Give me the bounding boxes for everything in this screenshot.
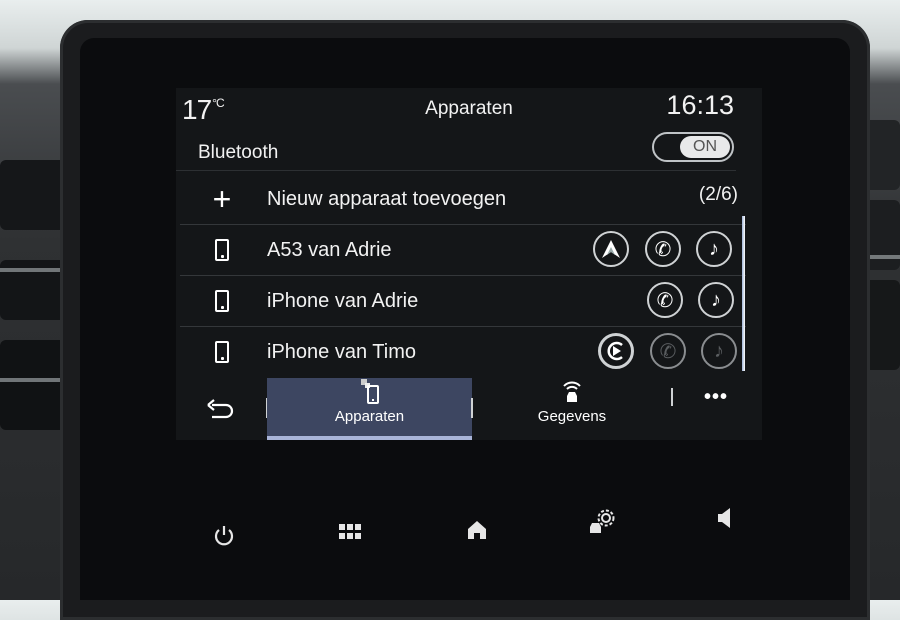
- devices-icon: [267, 378, 472, 404]
- back-arrow-icon: [207, 399, 234, 419]
- back-button[interactable]: [204, 396, 238, 426]
- tab-apparaten[interactable]: Apparaten: [267, 378, 472, 440]
- android-auto-icon[interactable]: [593, 231, 629, 267]
- phone-call-icon[interactable]: ✆: [647, 282, 683, 318]
- device-name: A53 van Adrie: [267, 239, 392, 261]
- device-name: iPhone van Adrie: [267, 290, 419, 312]
- device-list: + Nieuw apparaat toevoegen (2/6) A53 van…: [180, 174, 746, 378]
- music-note-icon[interactable]: ♪: [701, 333, 737, 369]
- toggle-knob: ON: [680, 136, 730, 158]
- list-scrollbar[interactable]: [742, 216, 745, 371]
- volume-icon: [718, 508, 730, 528]
- phone-icon: [210, 339, 234, 365]
- apps-grid-icon: [339, 524, 361, 539]
- device-item[interactable]: iPhone van Timo ✆ ♪: [180, 327, 746, 378]
- device-item[interactable]: A53 van Adrie ✆ ♪: [180, 225, 746, 276]
- tab-label: Gegevens: [537, 408, 607, 425]
- tab-bar: Apparaten Gegevens •••: [176, 376, 762, 440]
- phone-call-icon[interactable]: ✆: [645, 231, 681, 267]
- tab-divider: [671, 388, 673, 406]
- power-button[interactable]: [204, 516, 244, 556]
- tab-gegevens[interactable]: Gegevens: [472, 378, 672, 436]
- bluetooth-row: Bluetooth ON: [176, 130, 736, 171]
- system-bar: [180, 508, 760, 558]
- left-chrome-trim-lower: [0, 378, 60, 382]
- device-name: iPhone van Timo: [267, 341, 416, 363]
- bluetooth-toggle[interactable]: ON: [652, 132, 734, 162]
- add-device-label: Nieuw apparaat toevoegen: [267, 188, 507, 210]
- carplay-icon[interactable]: [598, 333, 634, 369]
- phone-icon: [210, 288, 234, 314]
- left-chrome-trim: [0, 268, 60, 272]
- device-count: (2/6): [698, 184, 738, 205]
- car-settings-icon: [590, 509, 615, 533]
- home-icon: [468, 521, 486, 539]
- more-options-button[interactable]: •••: [704, 386, 728, 409]
- volume-button[interactable]: [704, 498, 744, 538]
- infotainment-screen: 17°C Apparaten 16:13 Bluetooth ON + Nieu…: [176, 88, 762, 440]
- power-icon: [214, 526, 234, 546]
- plus-icon: +: [212, 181, 232, 217]
- music-note-icon[interactable]: ♪: [696, 231, 732, 267]
- phone-call-icon[interactable]: ✆: [650, 333, 686, 369]
- car-settings-button[interactable]: [582, 502, 622, 542]
- clock: 16:13: [666, 90, 734, 120]
- apps-button[interactable]: [330, 512, 370, 552]
- add-device-item[interactable]: + Nieuw apparaat toevoegen (2/6): [180, 174, 746, 225]
- music-note-icon[interactable]: ♪: [698, 282, 734, 318]
- home-button[interactable]: [457, 510, 497, 550]
- status-bar: 17°C Apparaten 16:13: [176, 88, 762, 128]
- bluetooth-label: Bluetooth: [198, 142, 279, 163]
- phone-icon: [210, 237, 234, 263]
- connected-car-icon: [472, 378, 672, 404]
- device-item[interactable]: iPhone van Adrie ✆ ♪: [180, 276, 746, 327]
- tab-label: Apparaten: [334, 408, 405, 425]
